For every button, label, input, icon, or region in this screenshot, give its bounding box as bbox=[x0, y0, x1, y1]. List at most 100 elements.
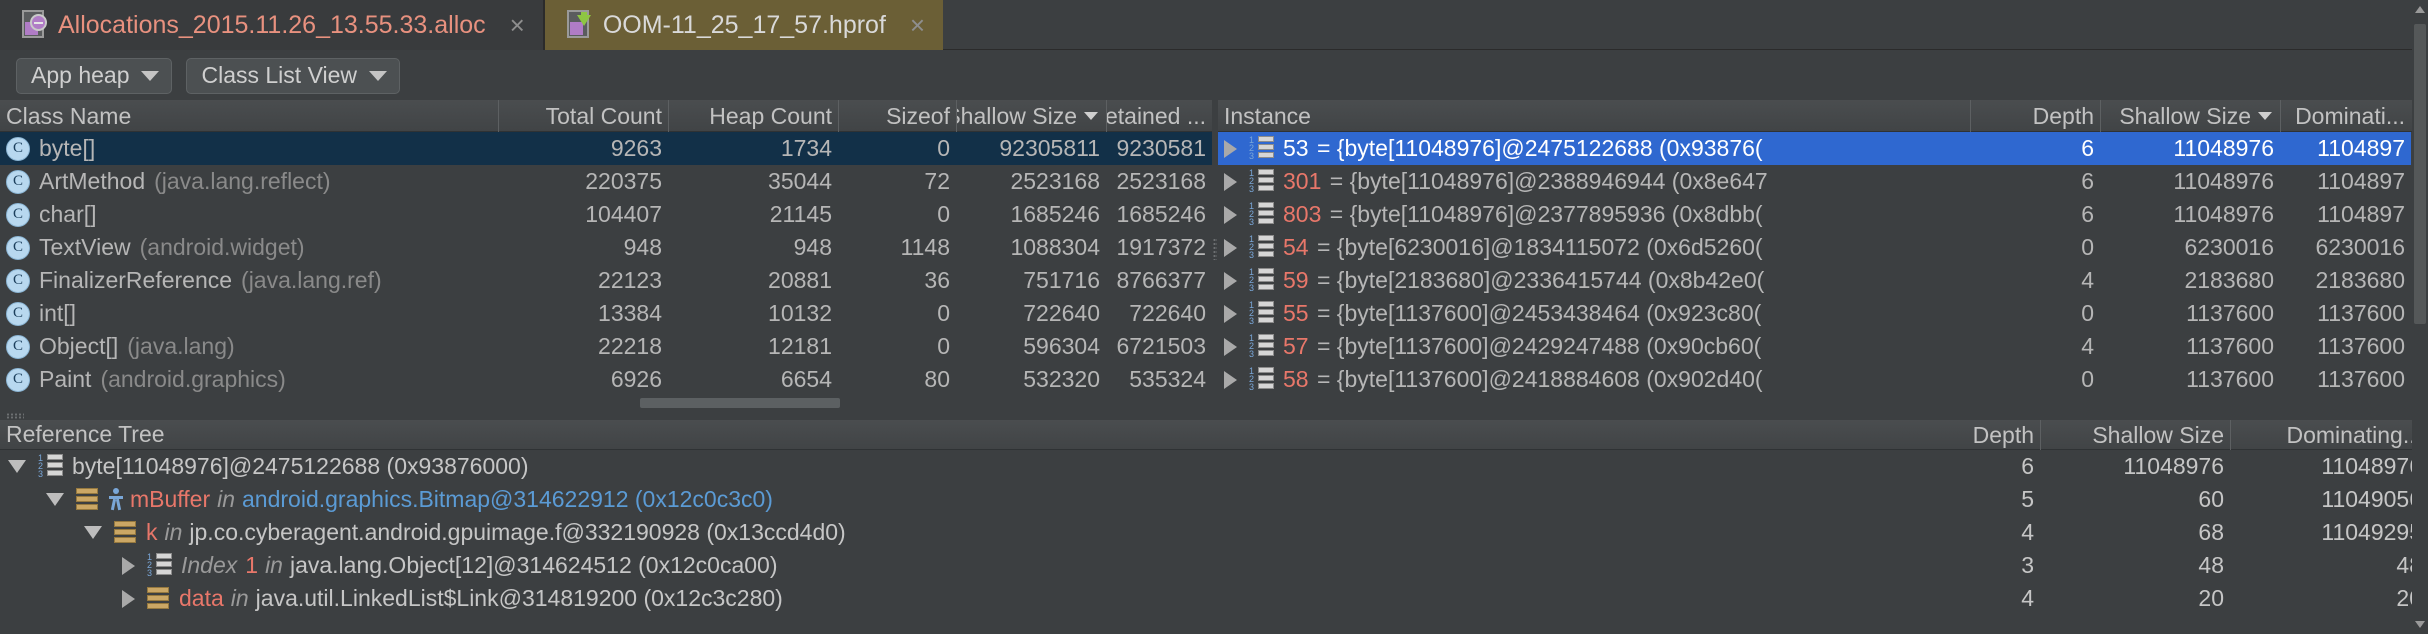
instance-column-header[interactable]: Shallow Size bbox=[2100, 100, 2280, 132]
heap-count-cell: 21145 bbox=[769, 201, 832, 227]
dominating-size-cell: 1104897 bbox=[2317, 201, 2405, 227]
class-column-header[interactable]: Class Name bbox=[0, 100, 498, 132]
table-row[interactable]: 1 2 3 301 = {byte[11048976]@2388946944 (0x8… bbox=[1218, 165, 2428, 198]
dominating-size-cell: 11049295 bbox=[2321, 519, 2422, 545]
column-label: Dominati... bbox=[2295, 102, 2405, 129]
expand-arrow-icon[interactable] bbox=[1224, 238, 1237, 257]
class-package: (android.widget) bbox=[139, 234, 305, 260]
class-package: (java.lang.reflect) bbox=[154, 168, 331, 194]
scrollbar-thumb[interactable] bbox=[640, 398, 840, 408]
class-column-header[interactable]: Total Count bbox=[498, 100, 668, 132]
heap-count-cell: 35044 bbox=[768, 168, 832, 194]
instance-column-header[interactable]: Dominati... bbox=[2280, 100, 2411, 132]
table-row[interactable]: C TextView (android.widget) 948 948 1148 10883… bbox=[0, 231, 1212, 264]
dominating-size-cell: 1104897 bbox=[2317, 168, 2405, 194]
column-label: Shallow Size bbox=[2092, 421, 2224, 448]
expand-arrow-icon[interactable] bbox=[122, 556, 135, 575]
collapse-arrow-icon[interactable] bbox=[46, 493, 64, 506]
tab-allocations[interactable]: Allocations_2015.11.26_13.55.33.alloc × bbox=[0, 0, 543, 50]
collapse-arrow-icon[interactable] bbox=[84, 526, 102, 539]
tab-oom-hprof[interactable]: OOM-11_25_17_57.hprof × bbox=[544, 0, 944, 50]
shallow-size-cell: 48 bbox=[2198, 552, 2224, 578]
tree-row[interactable]: mBuffer in android.graphics.Bitmap@3146229… bbox=[0, 483, 2428, 516]
horizontal-splitter[interactable] bbox=[0, 412, 2428, 420]
field-icon bbox=[147, 586, 171, 611]
instance-column-header[interactable]: Instance bbox=[1218, 100, 1970, 132]
reference-column-header[interactable]: Dominating... bbox=[2230, 420, 2428, 450]
table-row[interactable]: C Object[] (java.lang) 22218 12181 0 596304 672… bbox=[0, 330, 1212, 363]
table-row[interactable]: 1 2 3 803 = {byte[11048976]@2377895936 (0x8… bbox=[1218, 198, 2428, 231]
class-name: Object[] bbox=[39, 333, 119, 359]
table-row[interactable]: C Paint (android.graphics) 6926 6654 80 532320… bbox=[0, 363, 1212, 396]
expand-arrow-icon[interactable] bbox=[1224, 304, 1237, 323]
table-row[interactable]: 1 2 3 54 = {byte[6230016]@1834115072 (0x6d5… bbox=[1218, 231, 2428, 264]
instance-column-header[interactable]: Depth bbox=[1970, 100, 2100, 132]
table-row[interactable]: 1 2 3 57 = {byte[1137600]@2429247488 (0x90c… bbox=[1218, 330, 2428, 363]
depth-cell: 4 bbox=[2021, 519, 2034, 545]
heap-dump-icon bbox=[566, 10, 593, 40]
array-list-icon: 123 bbox=[147, 552, 173, 579]
expand-arrow-icon[interactable] bbox=[122, 589, 135, 608]
array-list-icon: 123 bbox=[1249, 168, 1275, 195]
table-row[interactable]: 1 2 3 53 = {byte[11048976]@2475122688 (0x93… bbox=[1218, 132, 2428, 165]
tree-row[interactable]: 1 2 3 Index 1 in java.lang.Object[12]@31462451… bbox=[0, 549, 2428, 582]
table-row[interactable]: 1 2 3 55 = {byte[1137600]@2453438464 (0x923… bbox=[1218, 297, 2428, 330]
class-column-header[interactable]: Heap Count bbox=[668, 100, 838, 132]
scroll-down-icon[interactable] bbox=[2415, 621, 2425, 628]
tree-row[interactable]: data in java.util.LinkedList$Link@31481920… bbox=[0, 582, 2428, 615]
heap-select[interactable]: App heap bbox=[16, 57, 173, 94]
collapse-arrow-icon[interactable] bbox=[8, 460, 26, 473]
tree-row[interactable]: 1 2 3 byte[11048976]@2475122688 (0x93876000… bbox=[0, 450, 2428, 483]
shallow-size-cell: 596304 bbox=[1023, 333, 1100, 359]
total-count-cell: 6926 bbox=[610, 366, 662, 392]
table-row[interactable]: 1 2 3 58 = {byte[1137600]@2418884608 (0x902… bbox=[1218, 363, 2428, 396]
reference-column-header[interactable]: Depth bbox=[1920, 420, 2040, 450]
window-vscrollbar[interactable] bbox=[2412, 0, 2428, 634]
class-name-cell: Cbyte[] bbox=[0, 132, 498, 165]
reference-column-header[interactable]: Shallow Size bbox=[2040, 420, 2230, 450]
dominating-size-cell: 1104897 bbox=[2317, 135, 2405, 161]
scroll-up-icon[interactable] bbox=[2415, 6, 2425, 13]
class-column-header[interactable]: Retained ... bbox=[1106, 100, 1212, 132]
expand-arrow-icon[interactable] bbox=[1224, 205, 1237, 224]
table-row[interactable]: 1 2 3 59 = {byte[2183680]@2336415744 (0x8b4… bbox=[1218, 264, 2428, 297]
class-column-header[interactable]: Shallow Size bbox=[956, 100, 1106, 132]
tree-row[interactable]: k in jp.co.cyberagent.android.gpuimage.f@3… bbox=[0, 516, 2428, 549]
class-name-cell: C Object[] (java.lang) bbox=[0, 330, 498, 363]
shallow-size-cell: 1685246 bbox=[1010, 201, 1100, 227]
close-icon[interactable]: × bbox=[910, 12, 925, 38]
class-package: (java.lang.ref) bbox=[241, 267, 382, 293]
instance-cell: 1 2 3 53 = {byte[11048976]@2475122688 (0x93… bbox=[1218, 132, 1970, 165]
instance-cell: 1 2 3 55 = {byte[1137600]@2453438464 (0x923… bbox=[1218, 297, 1970, 330]
table-row[interactable]: Cint[] 13384 10132 0 722640 722640 bbox=[0, 297, 1212, 330]
class-table-header: Class Name Total Count Heap Count Sizeof Sha… bbox=[0, 100, 1212, 132]
class-icon: C bbox=[6, 268, 30, 293]
reference-tree-body: 1 2 3 byte[11048976]@2475122688 (0x93876000… bbox=[0, 450, 2428, 615]
sizeof-cell: 36 bbox=[924, 267, 950, 293]
expand-arrow-icon[interactable] bbox=[1224, 139, 1237, 158]
in-keyword: in bbox=[230, 585, 249, 611]
table-row[interactable]: C ArtMethod (java.lang.reflect) 220375 35044… bbox=[0, 165, 1212, 198]
expand-arrow-icon[interactable] bbox=[1224, 337, 1237, 356]
class-table-hscrollbar[interactable] bbox=[0, 396, 1212, 410]
object-reference: android.graphics.Bitmap@314622912 (0x12c… bbox=[242, 486, 773, 512]
class-icon: C bbox=[6, 334, 30, 359]
table-row[interactable]: C FinalizerReference (java.lang.ref) 22123 2… bbox=[0, 264, 1212, 297]
column-label: Dominating... bbox=[2286, 421, 2422, 448]
object-reference: byte[11048976]@2475122688 (0x93876000) bbox=[72, 453, 529, 479]
expand-arrow-icon[interactable] bbox=[1224, 271, 1237, 290]
table-row[interactable]: Cbyte[] 9263 1734 0 92305811 9230581 bbox=[0, 132, 1212, 165]
close-icon[interactable]: × bbox=[510, 12, 525, 38]
total-count-cell: 22218 bbox=[598, 333, 662, 359]
reference-tree-column-headers: Depth Shallow Size Dominating... bbox=[1920, 420, 2428, 450]
view-select[interactable]: Class List View bbox=[186, 57, 401, 94]
expand-arrow-icon[interactable] bbox=[1224, 172, 1237, 191]
expand-arrow-icon[interactable] bbox=[1224, 370, 1237, 389]
field-name: data bbox=[179, 585, 224, 611]
class-name: TextView bbox=[39, 234, 131, 260]
scrollbar-thumb[interactable] bbox=[2414, 24, 2426, 324]
table-row[interactable]: Cchar[] 104407 21145 0 1685246 1685246 bbox=[0, 198, 1212, 231]
instance-id: 803 bbox=[1283, 201, 1322, 227]
class-column-header[interactable]: Sizeof bbox=[838, 100, 956, 132]
dominating-size-cell: 48 bbox=[2396, 552, 2422, 578]
